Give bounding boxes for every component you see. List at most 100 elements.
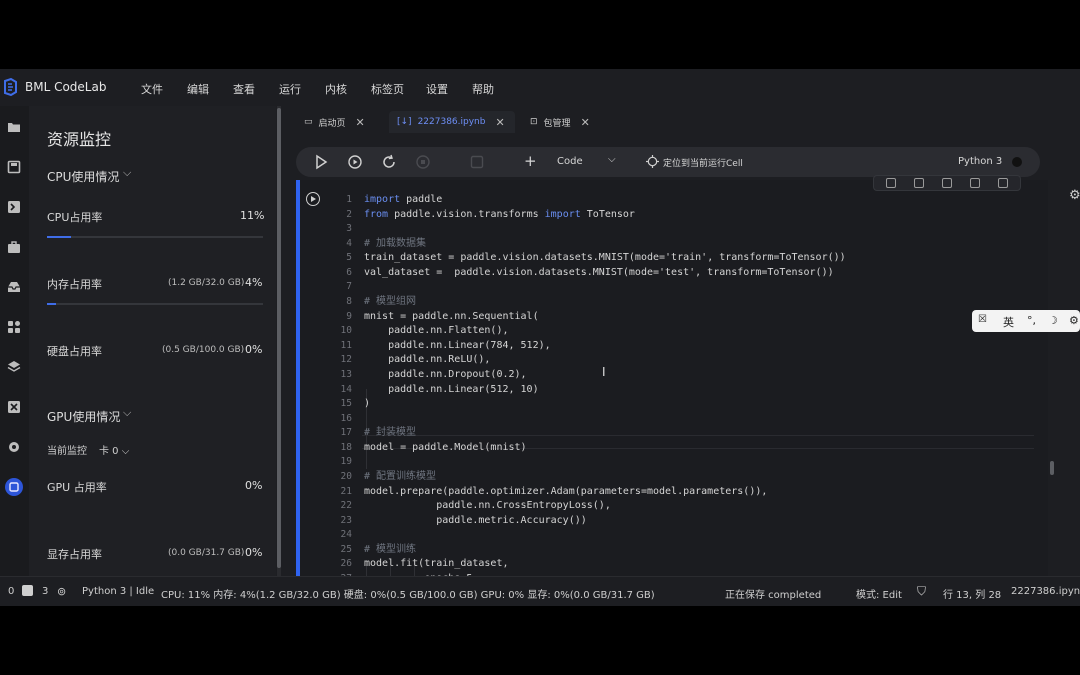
line-number: 2 xyxy=(346,208,352,220)
run-cell-icon[interactable] xyxy=(306,192,320,206)
apps-icon[interactable] xyxy=(7,320,21,334)
kernel-status-indicator xyxy=(1012,157,1022,167)
line-number: 11 xyxy=(340,339,352,351)
terminal-icon[interactable] xyxy=(7,200,21,214)
menu-kernel[interactable]: 内核 xyxy=(325,81,347,97)
tab-label: 启动页 xyxy=(318,118,346,129)
bookmark-icon[interactable] xyxy=(970,178,980,188)
line-number: 4 xyxy=(346,237,352,249)
tab-bar: ▭ 启动页 ✕ [↓] 2227386.ipynb ✕ ⊡ 包管理 ✕ xyxy=(287,106,1080,134)
launcher-icon: ▭ xyxy=(304,117,313,127)
chevron-down-icon[interactable]: ⌵ xyxy=(608,154,616,165)
code-line: val_dataset = paddle.vision.datasets.MNI… xyxy=(364,266,834,278)
gpu-card-select[interactable]: 卡 0 ⌵ xyxy=(99,442,129,457)
gear-icon[interactable]: ⚙ xyxy=(1069,188,1080,203)
cpu-usage-value: 11% xyxy=(240,209,265,222)
code-line: paddle.nn.Flatten(), xyxy=(364,325,509,337)
locate-icon[interactable] xyxy=(646,155,659,168)
ime-language[interactable]: 英 xyxy=(1003,314,1014,330)
notebook-icon: [↓] xyxy=(397,117,412,127)
close-icon[interactable]: ✕ xyxy=(495,116,504,129)
copy-icon[interactable] xyxy=(886,178,896,188)
disk-usage-label: 硬盘占用率 xyxy=(47,345,102,358)
half-width-icon[interactable]: ☽ xyxy=(1048,314,1058,327)
cell-type-select[interactable]: Code xyxy=(557,156,583,167)
close-box-icon[interactable] xyxy=(7,400,21,414)
restart-icon[interactable] xyxy=(381,154,397,170)
code-line: train_dataset = paddle.vision.datasets.M… xyxy=(364,252,846,264)
move-up-icon[interactable] xyxy=(914,178,924,188)
close-icon[interactable]: ✕ xyxy=(356,116,365,129)
code-line: model.prepare(paddle.optimizer.Adam(para… xyxy=(364,485,768,497)
menu-file[interactable]: 文件 xyxy=(141,81,163,97)
tab-launcher[interactable]: ▭ 启动页 ✕ xyxy=(304,111,384,133)
tab-package-manager[interactable]: ⊡ 包管理 ✕ xyxy=(530,111,610,133)
gpu-section-title[interactable]: GPU使用情况 xyxy=(47,408,120,425)
gear-icon[interactable]: ⚙ xyxy=(1069,314,1079,327)
code-line: model = paddle.Model(mnist) xyxy=(364,441,527,453)
monitor-icon[interactable] xyxy=(5,478,23,496)
save-icon[interactable] xyxy=(7,160,21,174)
chevron-down-icon[interactable]: ⌵ xyxy=(123,406,131,420)
locate-current-cell-button[interactable]: 定位到当前运行Cell xyxy=(663,156,743,169)
tab-notebook[interactable]: [↓] 2227386.ipynb ✕ xyxy=(389,111,515,133)
run-all-icon[interactable] xyxy=(347,154,363,170)
menu-settings[interactable]: 设置 xyxy=(426,81,448,97)
memory-usage-detail: (1.2 GB/32.0 GB) xyxy=(168,278,245,288)
save-icon[interactable] xyxy=(469,154,485,170)
line-number: 12 xyxy=(340,354,352,366)
settings-icon[interactable] xyxy=(7,440,21,454)
inbox-icon[interactable] xyxy=(7,280,21,294)
status-count-b[interactable]: 3 xyxy=(42,586,48,597)
code-line: # 加载数据集 xyxy=(364,237,427,249)
line-number: 21 xyxy=(340,485,352,497)
folder-icon[interactable] xyxy=(7,120,21,134)
ime-toolbar[interactable]: ☒ 英 °, ☽ ⚙ xyxy=(972,310,1080,332)
line-number: 17 xyxy=(340,427,352,439)
ime-logo-icon[interactable]: ☒ xyxy=(978,314,987,325)
cpu-section-title[interactable]: CPU使用情况 xyxy=(47,168,119,185)
line-number: 3 xyxy=(346,223,352,235)
status-count-a[interactable]: 0 xyxy=(8,586,14,597)
editor-scrollbar[interactable] xyxy=(1050,461,1054,475)
close-icon[interactable]: ✕ xyxy=(581,116,590,129)
run-icon[interactable] xyxy=(313,154,329,170)
kernel-name[interactable]: Python 3 xyxy=(958,156,1002,167)
code-line: paddle.nn.Linear(784, 512), xyxy=(364,339,551,351)
delete-icon[interactable] xyxy=(998,178,1008,188)
line-number: 26 xyxy=(340,558,352,570)
line-number: 24 xyxy=(340,529,352,541)
punctuation-icon[interactable]: °, xyxy=(1027,314,1036,327)
menu-help[interactable]: 帮助 xyxy=(472,81,494,97)
panel-scrollbar[interactable] xyxy=(277,106,281,576)
move-down-icon[interactable] xyxy=(942,178,952,188)
stop-icon[interactable] xyxy=(415,154,431,170)
code-line: paddle.nn.ReLU(), xyxy=(364,354,491,366)
code-line: import paddle xyxy=(364,194,443,205)
cursor-position[interactable]: 行 13, 列 28 xyxy=(943,586,1001,601)
layers-icon[interactable] xyxy=(7,360,21,374)
bml-logo-icon xyxy=(4,78,17,96)
menu-edit[interactable]: 编辑 xyxy=(187,81,209,97)
code-editor[interactable]: import paddle from paddle.vision.transfo… xyxy=(364,193,1044,587)
chevron-down-icon[interactable]: ⌵ xyxy=(123,166,131,180)
menu-bar: BML CodeLab 文件 编辑 查看 运行 内核 标签页 设置 帮助 xyxy=(0,69,1080,106)
resource-summary: CPU: 11% 内存: 4%(1.2 GB/32.0 GB) 硬盘: 0%(0… xyxy=(161,590,655,601)
menu-view[interactable]: 查看 xyxy=(233,81,255,97)
shield-icon[interactable]: ⛉ xyxy=(917,584,926,599)
notebook-toolbar: + Code ⌵ 定位到当前运行Cell Python 3 xyxy=(296,147,1040,177)
app-brand: BML CodeLab xyxy=(25,80,107,94)
toolbox-icon[interactable] xyxy=(7,240,21,254)
line-number: 7 xyxy=(346,281,352,293)
add-cell-icon[interactable]: + xyxy=(524,152,537,170)
gpu-card-value: 卡 0 xyxy=(99,446,119,457)
menu-tabs[interactable]: 标签页 xyxy=(371,81,404,97)
kernel-state[interactable]: Python 3 | Idle xyxy=(82,586,154,597)
gpu-usage-label: GPU 占用率 xyxy=(47,481,107,494)
resource-monitor-panel: 资源监控 CPU使用情况 ⌵ CPU占用率 11% 内存占用率 (1.2 GB/… xyxy=(29,106,276,576)
edit-mode[interactable]: 模式: Edit xyxy=(856,586,902,601)
menu-run[interactable]: 运行 xyxy=(279,81,301,97)
kernel-icon[interactable]: ⊚ xyxy=(57,585,66,598)
terminal-icon[interactable] xyxy=(22,585,33,596)
